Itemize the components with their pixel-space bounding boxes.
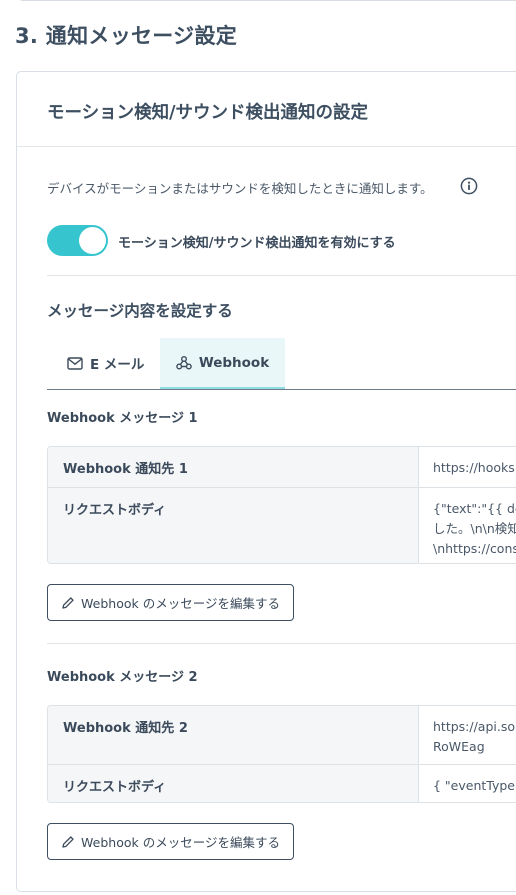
row-key: リクエストボディ (63, 780, 167, 795)
divider (47, 275, 516, 276)
row-key: Webhook 通知先 2 (63, 721, 188, 736)
pencil-icon (62, 596, 74, 609)
table-row: リクエストボディ { "eventType" (48, 764, 516, 802)
toggle-label: モーション検知/サウンド検出通知を有効にする (118, 236, 396, 251)
pencil-icon (62, 835, 74, 848)
previous-card-edge (17, 0, 516, 1)
table-row: Webhook 通知先 2 https://api.sor RoWEag (48, 706, 516, 764)
tab-webhook[interactable]: Webhook (160, 338, 285, 389)
webhook-message-1-title: Webhook メッセージ 1 (47, 411, 198, 426)
info-icon[interactable] (460, 177, 478, 195)
card-title: モーション検知/サウンド検出通知の設定 (47, 103, 369, 123)
table-row: Webhook 通知先 1 https://hooks. (48, 447, 516, 487)
message-heading: メッセージ内容を設定する (47, 302, 233, 320)
row-key: リクエストボディ (63, 503, 167, 518)
card-description: デバイスがモーションまたはサウンドを検知したときに通知します。 (47, 181, 433, 196)
divider (47, 643, 516, 644)
webhook-message-1-table: Webhook 通知先 1 https://hooks. リクエストボディ {"… (47, 446, 516, 564)
edit-button-label: Webhook のメッセージを編集する (81, 596, 280, 611)
tab-email-label: E メール (90, 357, 145, 373)
notification-toggle[interactable] (47, 225, 108, 256)
motion-sound-settings-card: モーション検知/サウンド検出通知の設定 デバイスがモーションまたはサウンドを検知… (16, 71, 516, 892)
row-value: https://hooks. (433, 460, 516, 475)
card-header: モーション検知/サウンド検出通知の設定 (17, 72, 516, 147)
webhook-message-2-table: Webhook 通知先 2 https://api.sor RoWEag リクエ… (47, 705, 516, 803)
row-value: https://api.sor RoWEag (433, 719, 516, 754)
edit-webhook-message-2-button[interactable]: Webhook のメッセージを編集する (47, 823, 294, 860)
mail-icon (67, 356, 83, 370)
webhook-message-2-title: Webhook メッセージ 2 (47, 670, 198, 685)
row-value: { "eventType" (433, 778, 516, 793)
edit-button-label: Webhook のメッセージを編集する (81, 835, 280, 850)
tab-email[interactable]: E メール (67, 338, 144, 388)
message-tabs: E メール Webhook (47, 338, 516, 390)
toggle-knob (79, 227, 106, 254)
row-key: Webhook 通知先 1 (63, 462, 188, 477)
row-value: {"text":"{{ devi した。\n\n検知 \nhttps://con… (433, 501, 516, 556)
section-title: 3. 通知メッセージ設定 (15, 24, 238, 48)
edit-webhook-message-1-button[interactable]: Webhook のメッセージを編集する (47, 584, 294, 621)
table-row: リクエストボディ {"text":"{{ devi した。\n\n検知 \nht… (48, 487, 516, 563)
webhook-icon (176, 356, 192, 370)
tab-webhook-label: Webhook (198, 354, 270, 371)
